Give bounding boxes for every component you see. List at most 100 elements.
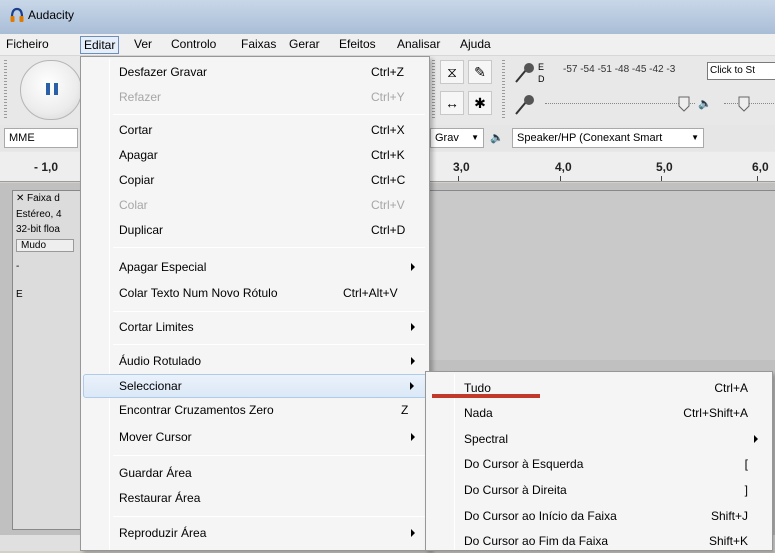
- menu-item-shortcut: ]: [744, 483, 748, 497]
- select-submenu: Tudo Ctrl+A Nada Ctrl+Shift+A Spectral D…: [425, 371, 773, 551]
- menu-item-label: Reproduzir Área: [119, 526, 207, 540]
- menu-item-copy[interactable]: Copiar Ctrl+C: [83, 169, 427, 193]
- menu-gerar[interactable]: Gerar: [286, 37, 323, 51]
- menu-item-play-region[interactable]: Reproduzir Área: [83, 522, 427, 546]
- menu-item-label: Do Cursor ao Fim da Faixa: [464, 534, 609, 548]
- menu-item-label: Guardar Área: [119, 466, 192, 480]
- menu-item-label: Spectral: [464, 432, 509, 446]
- ruler-label: 5,0: [656, 160, 673, 174]
- menu-faixas[interactable]: Faixas: [238, 37, 279, 51]
- mute-button[interactable]: Mudo: [16, 239, 74, 252]
- menu-item-shortcut: Shift+K: [708, 534, 748, 548]
- submenu-item-spectral[interactable]: Spectral: [428, 427, 770, 451]
- menu-editar[interactable]: Editar: [80, 36, 120, 54]
- menu-item-label: Encontrar Cruzamentos Zero: [119, 403, 274, 417]
- title-bar: Audacity: [0, 0, 775, 34]
- menu-item-shortcut: Ctrl+Y: [371, 90, 405, 104]
- menu-item-save-region[interactable]: Guardar Área: [83, 462, 427, 486]
- chevron-down-icon: ▼: [471, 133, 479, 142]
- menu-item-label: Desfazer Gravar: [119, 65, 208, 79]
- microphone-icon: [515, 95, 534, 115]
- record-volume-thumb-icon[interactable]: [678, 96, 690, 112]
- pan-left-label: E: [16, 289, 23, 300]
- menu-item-paste[interactable]: Colar Ctrl+V: [83, 194, 427, 218]
- meter-label-e: E: [538, 62, 544, 72]
- multi-tool-icon[interactable]: ✱: [468, 91, 492, 115]
- menu-item-move-cursor[interactable]: Mover Cursor: [83, 426, 427, 450]
- menu-item-shortcut: Z: [401, 403, 409, 417]
- submenu-item-cursor-left[interactable]: Do Cursor à Esquerda [: [428, 452, 770, 476]
- menu-item-label: Do Cursor à Esquerda: [464, 457, 584, 471]
- menu-separator: [113, 247, 425, 248]
- menu-item-delete[interactable]: Apagar Ctrl+K: [83, 144, 427, 168]
- menu-item-label: Do Cursor ao Início da Faixa: [464, 509, 617, 523]
- menu-bar: Ficheiro Editar Ver Controlo Faixas Gera…: [0, 34, 775, 56]
- meter-label-d: D: [538, 74, 545, 84]
- menu-item-find-zero-crossings[interactable]: Encontrar Cruzamentos Zero Z: [83, 399, 427, 423]
- ruler-label: 3,0: [453, 160, 470, 174]
- record-device-select[interactable]: Grav ▼: [430, 128, 484, 148]
- menu-item-cut[interactable]: Cortar Ctrl+X: [83, 119, 427, 143]
- submenu-item-cursor-track-start[interactable]: Do Cursor ao Início da Faixa Shift+J: [428, 504, 770, 528]
- menu-ajuda[interactable]: Ajuda: [457, 37, 494, 51]
- submenu-arrow-icon: [754, 435, 758, 443]
- submenu-arrow-icon: [410, 382, 414, 390]
- menu-controlo[interactable]: Controlo: [168, 37, 219, 51]
- menu-separator: [113, 114, 425, 115]
- menu-item-shortcut: Ctrl+D: [371, 223, 406, 237]
- menu-item-restore-region[interactable]: Restaurar Área: [83, 487, 427, 511]
- audacity-logo-icon: [10, 7, 24, 22]
- start-monitoring-prompt[interactable]: Click to St: [707, 62, 775, 80]
- submenu-arrow-icon: [411, 529, 415, 537]
- ruler-tick: [458, 176, 459, 181]
- edit-menu: Desfazer Gravar Ctrl+Z Refazer Ctrl+Y Co…: [80, 56, 430, 551]
- menu-item-label: Refazer: [119, 90, 162, 104]
- menu-efeitos[interactable]: Efeitos: [336, 37, 379, 51]
- menu-item-redo[interactable]: Refazer Ctrl+Y: [83, 86, 427, 110]
- submenu-item-cursor-track-end[interactable]: Do Cursor ao Fim da Faixa Shift+K: [428, 529, 770, 553]
- record-volume-slider[interactable]: [545, 103, 695, 104]
- highlight-underline: [432, 394, 540, 398]
- menu-item-label: Tudo: [464, 381, 491, 395]
- gain-minus-label: -: [16, 261, 20, 272]
- track-close-icon[interactable]: ✕: [16, 193, 24, 204]
- menu-ver[interactable]: Ver: [131, 37, 155, 51]
- menu-item-shortcut: [: [744, 457, 748, 471]
- tools-toolbar-grip[interactable]: [432, 60, 435, 120]
- menu-item-labeled-audio[interactable]: Áudio Rotulado: [83, 350, 427, 374]
- toolbar-grip[interactable]: [4, 60, 7, 120]
- ruler-label: 4,0: [555, 160, 572, 174]
- playback-volume-thumb-icon[interactable]: [738, 96, 750, 112]
- track-name[interactable]: Faixa d: [27, 193, 60, 204]
- time-shift-tool-icon[interactable]: ↔: [440, 91, 464, 115]
- menu-ficheiro[interactable]: Ficheiro: [3, 37, 52, 51]
- record-meter-icon[interactable]: E D: [512, 60, 552, 88]
- record-device-value: Grav: [435, 132, 459, 144]
- submenu-item-cursor-right[interactable]: Do Cursor à Direita ]: [428, 478, 770, 502]
- menu-separator: [113, 344, 425, 345]
- menu-item-shortcut: Ctrl+C: [371, 173, 406, 187]
- menu-item-label: Colar Texto Num Novo Rótulo: [119, 286, 278, 300]
- menu-item-label: Apagar Especial: [119, 260, 207, 274]
- menu-item-shortcut: Shift+J: [710, 509, 748, 523]
- menu-item-select[interactable]: Seleccionar: [83, 374, 427, 398]
- menu-item-undo-record[interactable]: Desfazer Gravar Ctrl+Z: [83, 61, 427, 85]
- playback-device-value: Speaker/HP (Conexant Smart: [517, 132, 663, 144]
- menu-item-clip-boundaries[interactable]: Cortar Limites: [83, 316, 427, 340]
- track-control-panel[interactable]: ✕ Faixa d Estéreo, 4 32-bit floa Mudo - …: [12, 190, 82, 530]
- audio-host-select[interactable]: MME: [4, 128, 78, 148]
- submenu-item-none[interactable]: Nada Ctrl+Shift+A: [428, 401, 770, 425]
- menu-item-duplicate[interactable]: Duplicar Ctrl+D: [83, 219, 427, 243]
- ruler-tick: [661, 176, 662, 181]
- menu-item-shortcut: Ctrl+V: [371, 198, 405, 212]
- menu-separator: [113, 455, 425, 456]
- menu-item-paste-text-new-label[interactable]: Colar Texto Num Novo Rótulo Ctrl+Alt+V: [83, 282, 427, 306]
- playback-device-select[interactable]: Speaker/HP (Conexant Smart ▼: [512, 128, 704, 148]
- pause-button[interactable]: [20, 60, 82, 120]
- menu-item-shortcut: Ctrl+X: [371, 123, 405, 137]
- draw-tool-icon[interactable]: ✎: [468, 60, 492, 84]
- envelope-tool-icon[interactable]: ⧖: [440, 60, 464, 84]
- meter-toolbar-grip[interactable]: [502, 60, 505, 120]
- menu-item-special-delete[interactable]: Apagar Especial: [83, 256, 427, 280]
- menu-analisar[interactable]: Analisar: [394, 37, 443, 51]
